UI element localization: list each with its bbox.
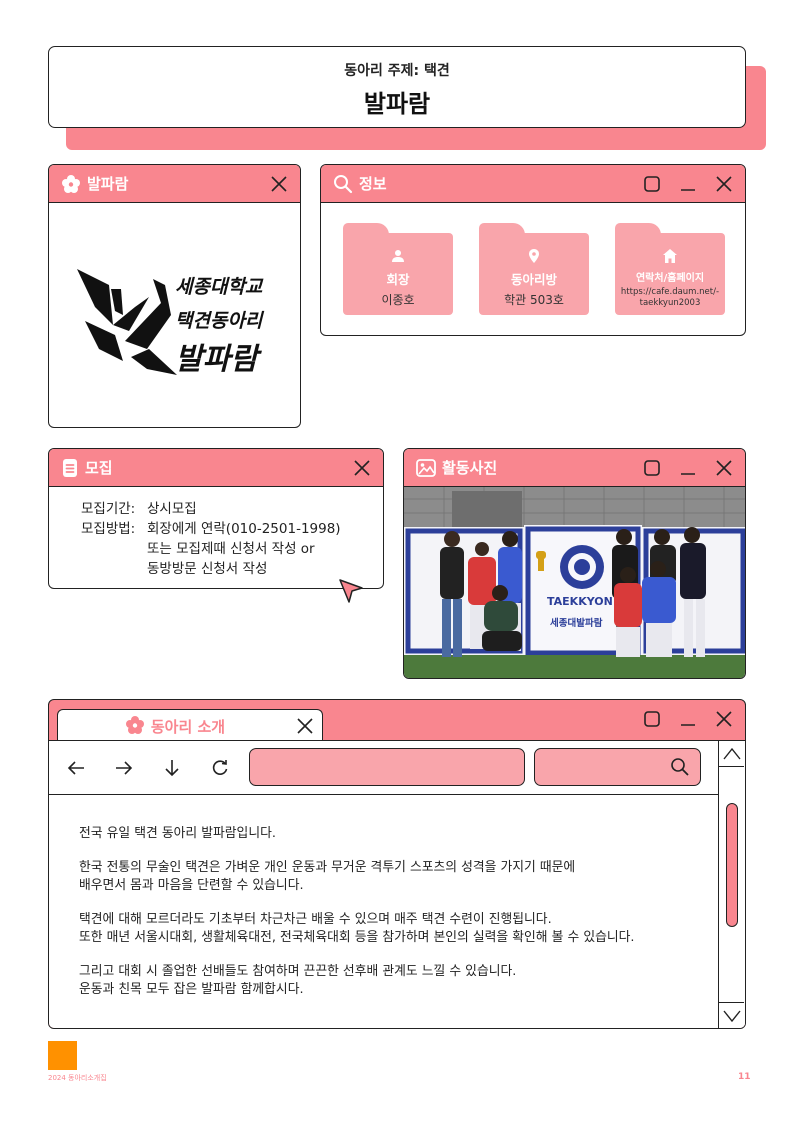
maximize-icon[interactable] [641, 173, 663, 195]
page-title: 발파람 [363, 90, 431, 118]
folder-label: 연락처/홈페이지 [635, 273, 705, 284]
footer-square [48, 1041, 77, 1070]
close-icon[interactable] [294, 715, 316, 737]
intro-line: 택견에 대해 모르더라도 기초부터 차근차근 배울 수 있으며 매주 택견 수련… [79, 912, 552, 927]
method-line: 또는 모집제때 신청서 작성 or [147, 541, 315, 557]
home-icon [663, 249, 677, 263]
flower-icon [125, 715, 145, 739]
logo-line-3: 발파람 [175, 342, 262, 377]
refresh-icon[interactable] [209, 757, 231, 779]
logo-line-2: 택견동아리 [175, 310, 265, 332]
info-window-titlebar: 정보 [321, 165, 745, 203]
minimize-icon[interactable] [677, 708, 699, 730]
forward-arrow-icon[interactable] [113, 757, 135, 779]
footer-booklet-title: 2024 동아리소개집 [48, 1074, 107, 1082]
close-icon[interactable] [713, 457, 735, 479]
intro-text: 전국 유일 택견 동아리 발파람입니다. 한국 전통의 무술인 택견은 가벼운 … [79, 825, 635, 1015]
document-icon [61, 458, 79, 478]
scroll-down-icon[interactable] [719, 1002, 744, 1028]
intro-paragraph: 그리고 대회 시 졸업한 선배들도 참여하며 끈끈한 선후배 관계도 느낄 수 … [79, 963, 635, 999]
search-icon [333, 174, 353, 194]
location-pin-icon [529, 249, 539, 263]
minimize-icon[interactable] [677, 457, 699, 479]
method-line: 동방방문 신청서 작성 [147, 561, 268, 577]
intro-window: 동아리 소개 전국 유일 택견 동아리 발파람입니다. 한국 전통의 무술인 택… [48, 699, 746, 1029]
logo-window-titlebar: 발파람 [49, 165, 300, 203]
header-card: 동아리 주제: 택견 발파람 [48, 46, 746, 128]
club-logo: 세종대학교 택견동아리 발파람 [49, 203, 300, 427]
photo-window-titlebar: 활동사진 [404, 449, 745, 487]
period-value: 상시모집 [147, 501, 197, 517]
recruit-window-titlebar: 모집 [49, 449, 383, 487]
back-arrow-icon[interactable] [65, 757, 87, 779]
address-bar[interactable] [249, 748, 525, 786]
scrollbar[interactable] [718, 741, 745, 1028]
logo-window: 발파람 세종대학교 택견동아리 발파람 [48, 164, 301, 428]
minimize-icon[interactable] [677, 173, 699, 195]
page-number: 11 [738, 1072, 751, 1082]
method-label: 모집방법: [81, 521, 136, 537]
intro-line: 또한 매년 서울시대회, 생활체육대전, 전국체육대회 등을 참가하며 본인의 … [79, 930, 635, 945]
intro-paragraph: 전국 유일 택견 동아리 발파람입니다. [79, 825, 635, 843]
intro-line: 운동과 친목 모두 잡은 발파람 함께합시다. [79, 982, 304, 997]
method-line: 회장에게 연락(010-2501-1998) [147, 521, 341, 537]
intro-line: 전국 유일 택견 동아리 발파람입니다. [79, 826, 276, 841]
search-icon[interactable] [670, 757, 690, 781]
banner-subtext: 세종대발파람 [550, 617, 603, 629]
cursor-pointer-icon [337, 577, 365, 609]
flower-icon [61, 174, 81, 194]
period-label: 모집기간: [81, 501, 136, 517]
close-icon[interactable] [713, 708, 735, 730]
intro-line: 그리고 대회 시 졸업한 선배들도 참여하며 끈끈한 선후배 관계도 느낄 수 … [79, 964, 517, 979]
tab-title: 동아리 소개 [150, 718, 226, 736]
info-window: 정보 회장 이종호 동아리방 학관 503호 연락처/홈페이지 https://… [320, 164, 746, 336]
tab-club-intro[interactable]: 동아리 소개 [57, 709, 323, 743]
folder-value: 학관 503호 [504, 293, 564, 307]
folder-value: 이종호 [381, 293, 415, 307]
folder-label: 동아리방 [510, 272, 557, 287]
browser-navbar [49, 741, 718, 795]
homepage-url-line-1[interactable]: https://cafe.daum.net/- [621, 287, 719, 298]
close-icon[interactable] [713, 173, 735, 195]
image-icon [416, 458, 436, 477]
header-subtitle: 동아리 주제: 택견 [344, 63, 450, 79]
recruit-window-title: 모집 [85, 459, 113, 477]
logo-emblem-icon [76, 269, 177, 375]
activity-photo: TAEKKYON 세종대발파람 [404, 487, 745, 678]
logo-window-title: 발파람 [87, 175, 129, 193]
logo-line-1: 세종대학교 [175, 276, 264, 298]
intro-paragraph: 택견에 대해 모르더라도 기초부터 차근차근 배울 수 있으며 매주 택견 수련… [79, 911, 635, 947]
homepage-url-line-2[interactable]: taekkyun2003 [621, 298, 719, 309]
folder-president[interactable]: 회장 이종호 [343, 223, 453, 315]
recruit-details: 모집기간: 상시모집 모집방법: 회장에게 연락(010-2501-1998) … [81, 499, 341, 579]
banner-text: TAEKKYON [547, 595, 613, 608]
close-icon[interactable] [268, 173, 290, 195]
recruit-window: 모집 모집기간: 상시모집 모집방법: 회장에게 연락(010-2501-199… [48, 448, 384, 603]
search-input[interactable] [534, 748, 701, 786]
folder-club-room[interactable]: 동아리방 학관 503호 [479, 223, 589, 315]
scrollbar-thumb[interactable] [726, 803, 738, 927]
photo-window: 활동사진 TAEKKYON 세종대발파람 [403, 448, 746, 679]
down-arrow-icon[interactable] [161, 757, 183, 779]
intro-paragraph: 한국 전통의 무술인 택견은 가벼운 개인 운동과 무거운 격투기 스포츠의 성… [79, 859, 635, 895]
maximize-icon[interactable] [641, 708, 663, 730]
browser-content: 전국 유일 택견 동아리 발파람입니다. 한국 전통의 무술인 택견은 가벼운 … [49, 740, 745, 1028]
folder-label: 회장 [386, 272, 410, 287]
close-icon[interactable] [351, 457, 373, 479]
intro-line: 배우면서 몸과 마음을 단련할 수 있습니다. [79, 878, 304, 893]
intro-line: 한국 전통의 무술인 택견은 가벼운 개인 운동과 무거운 격투기 스포츠의 성… [79, 860, 576, 875]
folder-value: https://cafe.daum.net/- taekkyun2003 [621, 287, 719, 309]
maximize-icon[interactable] [641, 457, 663, 479]
person-icon [392, 250, 404, 262]
folder-contact[interactable]: 연락처/홈페이지 https://cafe.daum.net/- taekkyu… [615, 223, 725, 315]
info-window-title: 정보 [359, 175, 387, 193]
photo-window-title: 활동사진 [442, 459, 498, 477]
scroll-up-icon[interactable] [719, 741, 744, 767]
